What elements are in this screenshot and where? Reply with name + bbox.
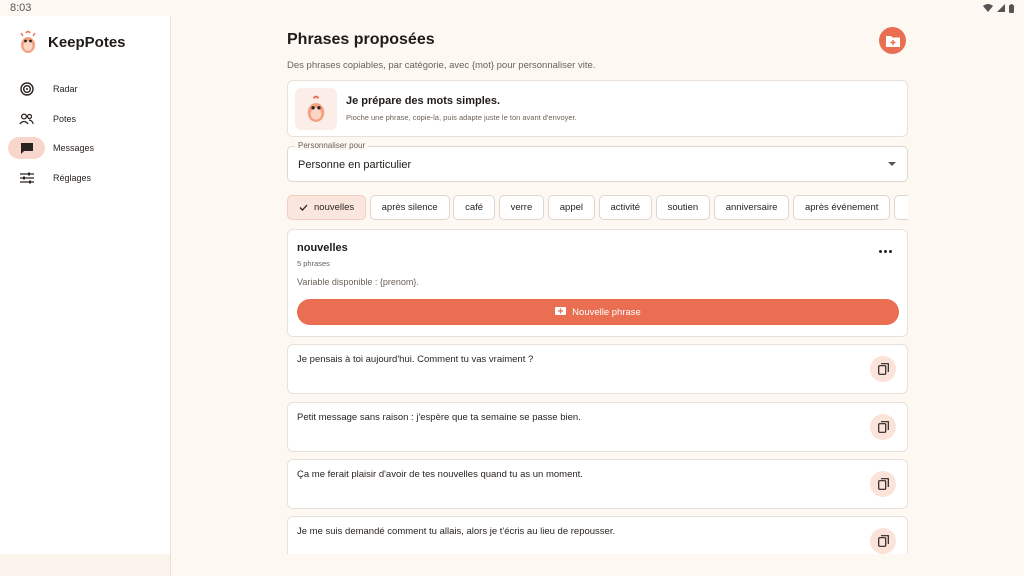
category-count: 5 phrases xyxy=(297,259,330,268)
sidebar-bottom xyxy=(0,554,171,576)
intro-title: Je prépare des mots simples. xyxy=(346,95,501,107)
phrase-card: Je pensais à toi aujourd'hui. Comment tu… xyxy=(287,344,908,394)
category-chips: nouvelles après silence café verre appel act… xyxy=(287,195,908,220)
personalize-select[interactable]: Personnaliser pour Personne en particuli… xyxy=(287,141,908,182)
sidebar-item-messages[interactable]: Messages xyxy=(8,137,163,159)
dropdown-arrow-icon xyxy=(888,162,896,166)
chip-nouvelles[interactable]: nouvelles xyxy=(287,195,367,220)
chip-label: nouvelles xyxy=(314,202,355,213)
phrase-text: Ça me ferait plaisir d'avoir de tes nouv… xyxy=(297,469,583,480)
category-card: nouvelles 5 phrases Variable disponible … xyxy=(287,229,908,337)
phrase-card: Je me suis demandé comment tu allais, al… xyxy=(287,516,908,554)
chip-anniversaire[interactable]: anniversaire xyxy=(713,195,790,220)
more-horizontal-icon xyxy=(879,250,882,253)
sidebar-item-radar[interactable]: Radar xyxy=(8,78,163,100)
chip-label: verre xyxy=(510,202,533,213)
sidebar-item-label: Potes xyxy=(53,113,77,124)
phrase-text: Petit message sans raison : j'espère que… xyxy=(297,412,581,423)
chip-label: appel xyxy=(559,202,583,213)
sidebar-item-label: Radar xyxy=(53,84,78,94)
status-icons xyxy=(983,3,1014,13)
intro-text-block: Je prépare des mots simples. Pioche une … xyxy=(346,95,577,122)
app-name: KeepPotes xyxy=(48,33,126,51)
sidebar-nav: Radar Potes Messages Réglages xyxy=(8,78,163,196)
radar-icon xyxy=(8,78,45,100)
chip-next-hidden[interactable] xyxy=(893,195,908,220)
more-horizontal-icon xyxy=(889,250,892,253)
chip-appel[interactable]: appel xyxy=(547,195,595,220)
more-options-button[interactable] xyxy=(879,250,892,253)
copy-icon xyxy=(877,421,889,433)
battery-icon xyxy=(1009,3,1014,13)
copy-icon xyxy=(877,478,889,490)
category-title: nouvelles xyxy=(297,242,348,254)
phrase-text: Je pensais à toi aujourd'hui. Comment tu… xyxy=(297,354,534,365)
chip-label: activité xyxy=(610,202,641,213)
sidebar-item-label: Réglages xyxy=(53,172,92,183)
sidebar-item-reglages[interactable]: Réglages xyxy=(8,167,163,189)
status-time: 8:03 xyxy=(10,2,32,14)
sidebar-item-label: Messages xyxy=(53,143,95,153)
chip-label: après silence xyxy=(381,202,438,213)
add-message-icon xyxy=(555,307,567,315)
page-title: Phrases proposées xyxy=(287,31,435,48)
chip-apres-silence[interactable]: après silence xyxy=(369,195,450,220)
sidebar-item-potes[interactable]: Potes xyxy=(8,108,163,130)
personalize-value: Personne en particulier xyxy=(298,159,412,171)
copy-button[interactable] xyxy=(870,471,896,497)
mascot-icon xyxy=(307,95,325,122)
phrase-text: Je me suis demandé comment tu allais, al… xyxy=(297,526,616,537)
add-folder-icon xyxy=(885,35,900,47)
wifi-icon xyxy=(983,4,993,12)
signal-icon xyxy=(997,4,1005,12)
copy-button[interactable] xyxy=(870,356,896,382)
tune-icon xyxy=(8,167,45,189)
people-icon xyxy=(8,108,45,130)
copy-icon xyxy=(877,363,889,375)
chip-soutien[interactable]: soutien xyxy=(655,195,711,220)
phrase-card: Ça me ferait plaisir d'avoir de tes nouv… xyxy=(287,459,908,509)
bottom-fade xyxy=(172,554,1024,576)
page-subtitle: Des phrases copiables, par catégorie, av… xyxy=(287,60,596,71)
chip-label: soutien xyxy=(667,202,699,213)
chip-label: après événement xyxy=(804,202,879,213)
more-horizontal-icon xyxy=(884,250,887,253)
status-bar: 8:03 xyxy=(0,0,1024,16)
chip-verre[interactable]: verre xyxy=(498,195,545,220)
copy-icon xyxy=(877,535,889,547)
copy-button[interactable] xyxy=(870,528,896,554)
intro-text: Pioche une phrase, copie-la, puis adapte… xyxy=(346,113,577,122)
chip-label: anniversaire xyxy=(725,202,778,213)
add-folder-button[interactable] xyxy=(879,27,906,54)
sidebar: KeepPotes Radar Potes Messages Réglages xyxy=(0,16,171,554)
copy-button[interactable] xyxy=(870,414,896,440)
chip-activite[interactable]: activité xyxy=(598,195,653,220)
check-icon xyxy=(299,204,308,211)
new-phrase-button[interactable]: Nouvelle phrase xyxy=(297,299,899,325)
personalize-label: Personnaliser pour xyxy=(295,141,369,150)
mascot-avatar xyxy=(295,87,337,130)
chat-icon xyxy=(8,137,45,159)
chip-cafe[interactable]: café xyxy=(453,195,496,220)
category-variable: Variable disponible : {prenom}. xyxy=(297,277,419,287)
phrase-card: Petit message sans raison : j'espère que… xyxy=(287,402,908,452)
chip-apres-evenement[interactable]: après événement xyxy=(792,195,891,220)
brand: KeepPotes xyxy=(17,30,126,54)
intro-card: Je prépare des mots simples. Pioche une … xyxy=(287,80,908,137)
chip-label: café xyxy=(465,202,484,213)
mascot-logo-icon xyxy=(20,30,36,53)
new-phrase-label: Nouvelle phrase xyxy=(572,306,641,318)
